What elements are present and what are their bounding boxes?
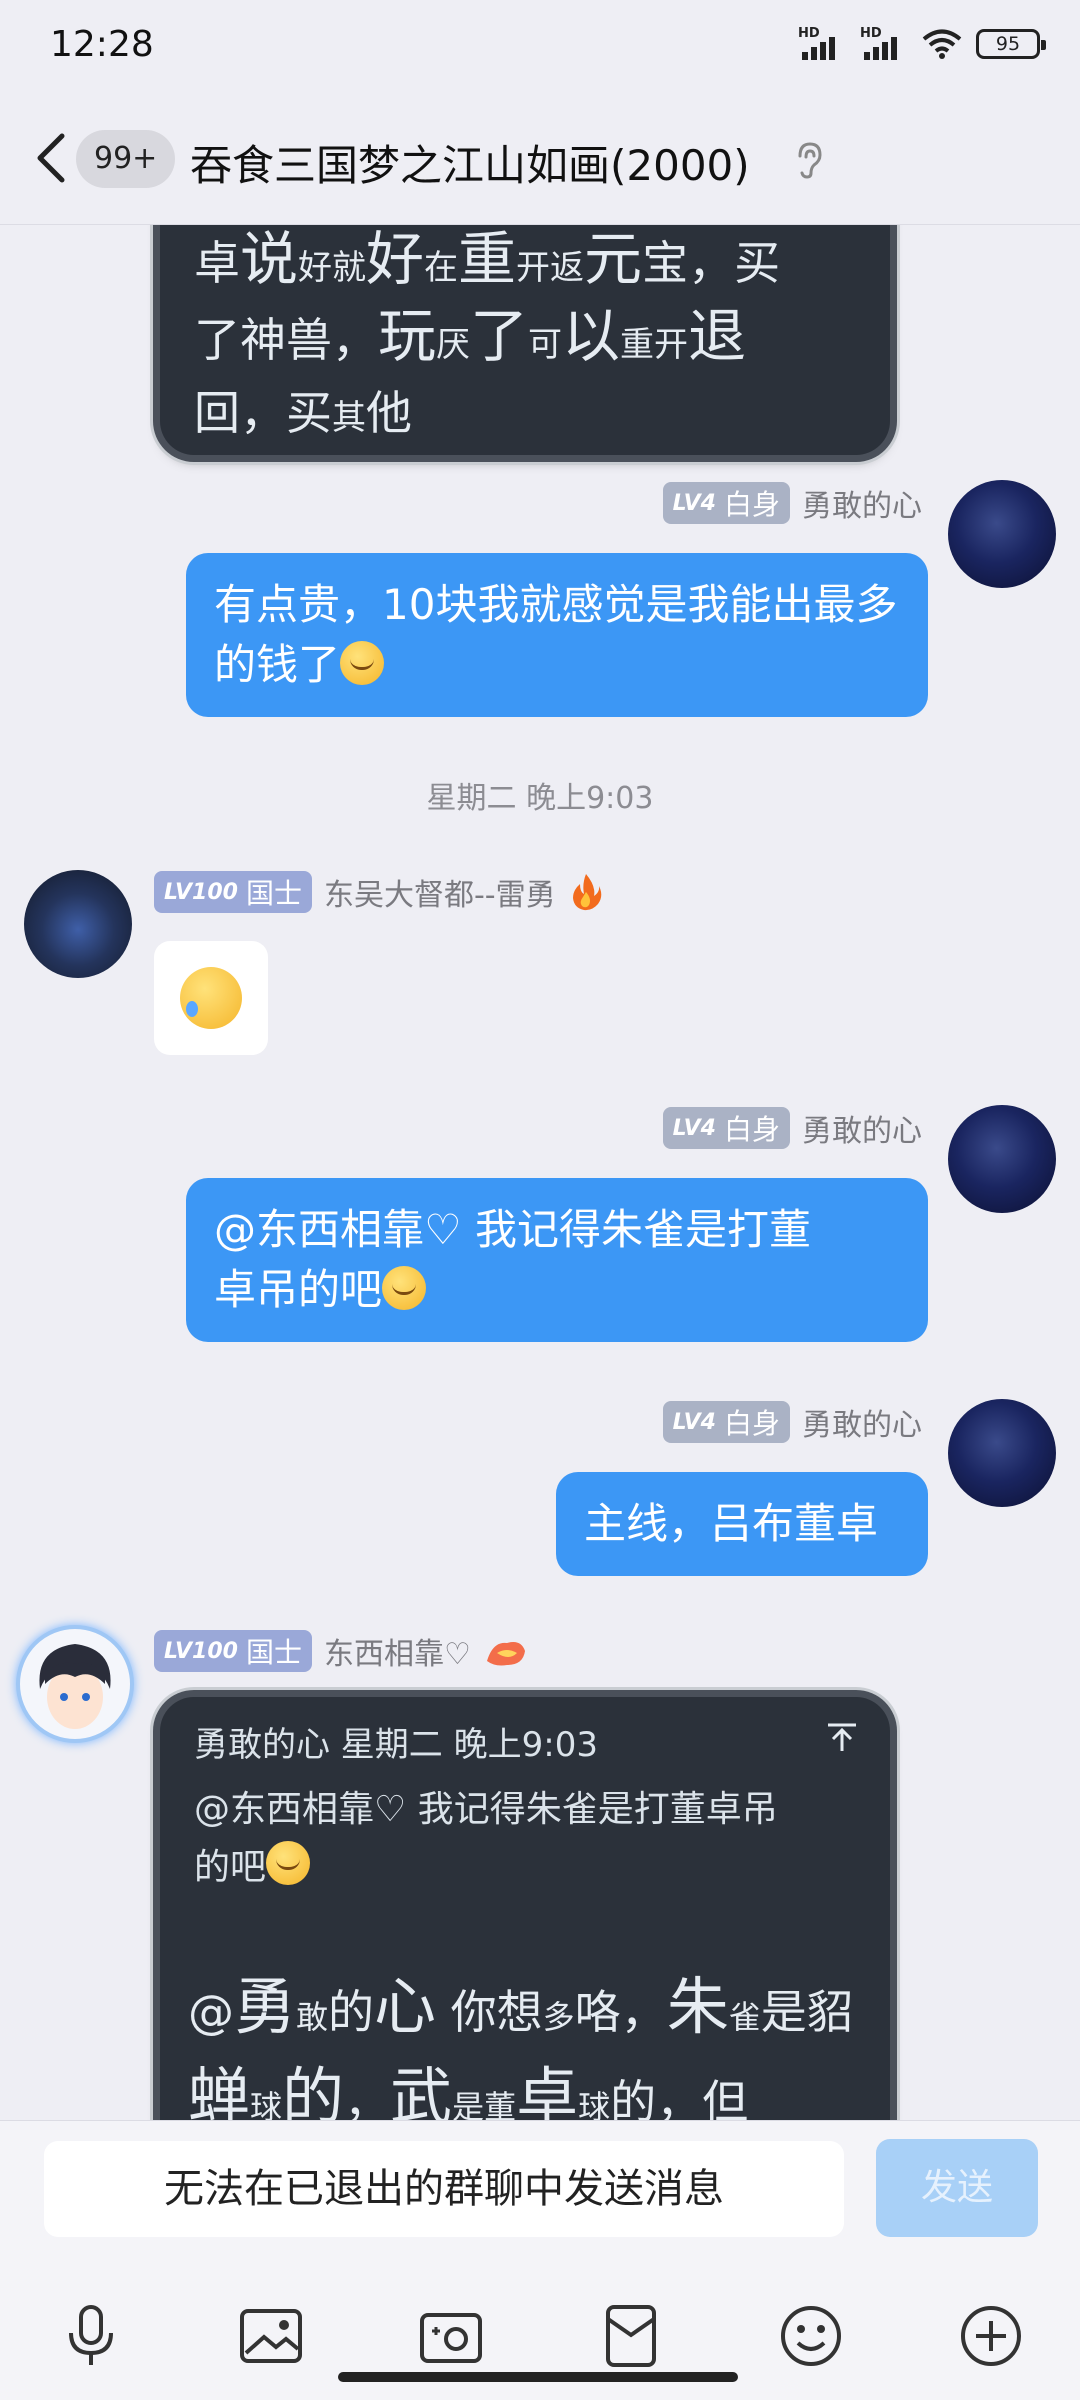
message-text: @东西相靠♡ 我记得朱雀是打董 xyxy=(214,1205,812,1254)
message-bubble-self[interactable]: 主线，吕布董卓 xyxy=(556,1472,928,1576)
quote-up-icon[interactable] xyxy=(824,1717,860,1757)
message-bubble-self[interactable]: 有点贵，10块我就感觉是我能出最多的钱了 xyxy=(186,553,928,717)
message-list[interactable]: 卓说好就好在重开返元宝，买 了神兽，玩厌了可以重开退 回，买其他 LV4 白身 勇… xyxy=(0,225,1080,2120)
level-badge: LV4 白身 xyxy=(662,1107,790,1149)
sender-name[interactable]: 勇敢的心 xyxy=(802,1400,922,1444)
emoji-laugh-cry-icon xyxy=(180,967,242,1029)
reply-text: @勇敢的心 你想多咯，朱雀是貂 蝉球的，武是董卓球的，但 xyxy=(188,1970,853,2120)
avatar[interactable] xyxy=(948,1105,1056,1213)
level-badge: LV100 国士 xyxy=(154,871,312,913)
avatar[interactable] xyxy=(24,870,132,978)
sender-row: LV100 国士 东吴大督都--雷勇 xyxy=(154,870,604,914)
chat-screen: { "status_bar": { "time": "12:28", "batt… xyxy=(0,0,1080,2400)
microphone-icon[interactable] xyxy=(56,2301,126,2371)
signal-icon-2: HD xyxy=(860,26,908,62)
message-line: 了神兽，玩厌了可以重开退 xyxy=(194,302,747,370)
emoji-sleepy-icon xyxy=(266,1841,311,1885)
fire-icon xyxy=(572,874,601,911)
message-bubble-self[interactable]: @东西相靠♡ 我记得朱雀是打董 卓吊的吧 xyxy=(186,1178,928,1342)
sender-row: LV4 白身 勇敢的心 xyxy=(662,1106,922,1150)
emoji-sleepy-icon xyxy=(382,1266,427,1310)
plus-icon[interactable] xyxy=(956,2301,1026,2371)
sender-name[interactable]: 东西相靠♡ xyxy=(324,1629,471,1673)
message-line: 回，买其他 xyxy=(194,386,412,440)
status-icons: HD HD 95 xyxy=(798,26,1046,62)
message-input-disabled[interactable]: 无法在已退出的群聊中发送消息 xyxy=(44,2141,844,2237)
input-bar: 无法在已退出的群聊中发送消息 发送 xyxy=(0,2120,1080,2400)
level-badge: LV4 白身 xyxy=(662,1401,790,1443)
avatar[interactable] xyxy=(948,480,1056,588)
home-indicator[interactable] xyxy=(338,2372,738,2382)
signal-icon-1: HD xyxy=(798,26,846,62)
sender-row: LV4 白身 勇敢的心 xyxy=(662,1400,922,1444)
time-divider: 星期二 晚上9:03 xyxy=(426,781,654,816)
quoted-message[interactable]: 勇敢的心 星期二 晚上9:03 @东西相靠♡ 我记得朱雀是打董卓吊 的吧 xyxy=(194,1717,860,1897)
message-text: 主线，吕布董卓 xyxy=(584,1499,879,1548)
red-packet-icon[interactable] xyxy=(596,2301,666,2371)
ear-icon xyxy=(798,142,822,179)
back-arrow-icon[interactable] xyxy=(28,128,78,188)
status-bar: 12:28 HD HD 95 xyxy=(0,0,1080,90)
group-title[interactable]: 吞食三国梦之江山如画(2000) xyxy=(190,132,750,193)
sticker-message[interactable] xyxy=(154,941,268,1055)
level-badge: LV4 白身 xyxy=(662,482,790,524)
sender-name[interactable]: 勇敢的心 xyxy=(802,481,922,525)
anime-avatar-icon xyxy=(39,1644,111,1729)
quote-text: @东西相靠♡ 我记得朱雀是打董卓吊 的吧 xyxy=(194,1789,778,1888)
sender-name[interactable]: 东吴大督都--雷勇 xyxy=(324,870,556,914)
avatar[interactable] xyxy=(16,1625,134,1743)
unread-badge[interactable]: 99+ xyxy=(76,130,176,188)
sender-name[interactable]: 勇敢的心 xyxy=(802,1106,922,1150)
input-toolbar xyxy=(0,2301,1080,2381)
level-badge: LV100 国士 xyxy=(154,1630,312,1672)
message-text: 卓吊的吧 xyxy=(214,1265,383,1314)
avatar[interactable] xyxy=(948,1399,1056,1507)
battery-indicator: 95 xyxy=(976,29,1046,59)
wifi-icon xyxy=(922,29,962,59)
image-icon[interactable] xyxy=(236,2301,306,2371)
sender-row: LV100 国士 东西相靠♡ xyxy=(154,1629,529,1673)
emoji-icon[interactable] xyxy=(776,2301,846,2371)
send-button[interactable]: 发送 xyxy=(876,2139,1038,2237)
message-bubble-dark[interactable]: 卓说好就好在重开返元宝，买 了神兽，玩厌了可以重开退 回，买其他 xyxy=(160,225,890,455)
message-text: 有点贵，10块我就感觉是我能出最多的钱了 xyxy=(214,580,898,689)
emoji-laugh-icon xyxy=(340,641,385,685)
chat-header: 99+ 吞食三国梦之江山如画(2000) xyxy=(0,90,1080,225)
sender-row: LV4 白身 勇敢的心 xyxy=(662,481,922,525)
flame-badge-icon xyxy=(486,1642,525,1666)
status-time: 12:28 xyxy=(50,24,154,65)
reply-message-bubble[interactable]: 勇敢的心 星期二 晚上9:03 @东西相靠♡ 我记得朱雀是打董卓吊 的吧 @勇敢… xyxy=(160,1697,890,2120)
quote-header: 勇敢的心 星期二 晚上9:03 xyxy=(194,1725,598,1765)
message-line: 卓说好就好在重开返元宝，买 xyxy=(194,225,781,293)
camera-icon[interactable] xyxy=(416,2301,486,2371)
